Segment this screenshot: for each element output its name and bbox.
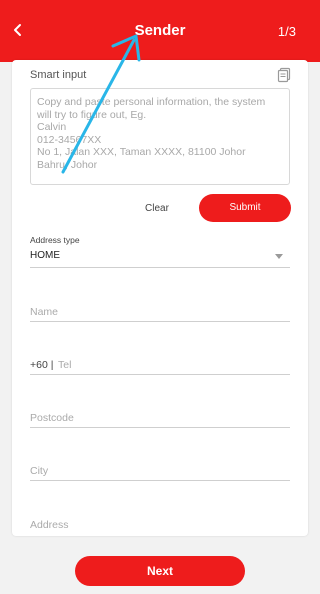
tel-underline [30,374,290,375]
placeholder-line: Bahru, Johor [37,158,98,171]
app-header: Sender 1/3 [0,0,320,62]
city-underline [30,480,290,481]
postcode-underline [30,427,290,428]
tel-country-code: +60 | [30,359,54,371]
placeholder-line: will try to figure out, Eg. [37,108,147,121]
postcode-field[interactable]: Postcode [30,412,74,424]
copy-icon[interactable] [276,67,292,83]
next-button[interactable]: Next [75,556,245,586]
dropdown-caret-icon[interactable] [275,254,283,259]
address-field[interactable]: Address [30,519,69,531]
sender-form-card: Smart input Copy and paste personal info… [12,60,308,536]
placeholder-line: 012-34567XX [37,133,102,146]
address-type-underline [30,267,290,268]
submit-button[interactable]: Submit [199,194,291,222]
clear-button[interactable]: Clear [140,200,174,218]
address-type-label: Address type [30,235,80,245]
city-field[interactable]: City [30,465,48,477]
placeholder-line: No 1, Jalan XXX, Taman XXXX, 81100 Johor [37,146,246,159]
tel-field[interactable]: Tel [58,359,71,371]
step-indicator: 1/3 [277,24,296,39]
smart-input-label: Smart input [30,69,87,81]
smart-input-textarea[interactable]: Copy and paste personal information, the… [30,88,290,185]
address-type-select[interactable]: HOME [30,250,60,261]
placeholder-line: Calvin [37,121,67,134]
placeholder-line: Copy and paste personal information, the… [37,96,266,108]
name-underline [30,321,290,322]
page-title: Sender [134,22,186,39]
name-field[interactable]: Name [30,306,58,318]
